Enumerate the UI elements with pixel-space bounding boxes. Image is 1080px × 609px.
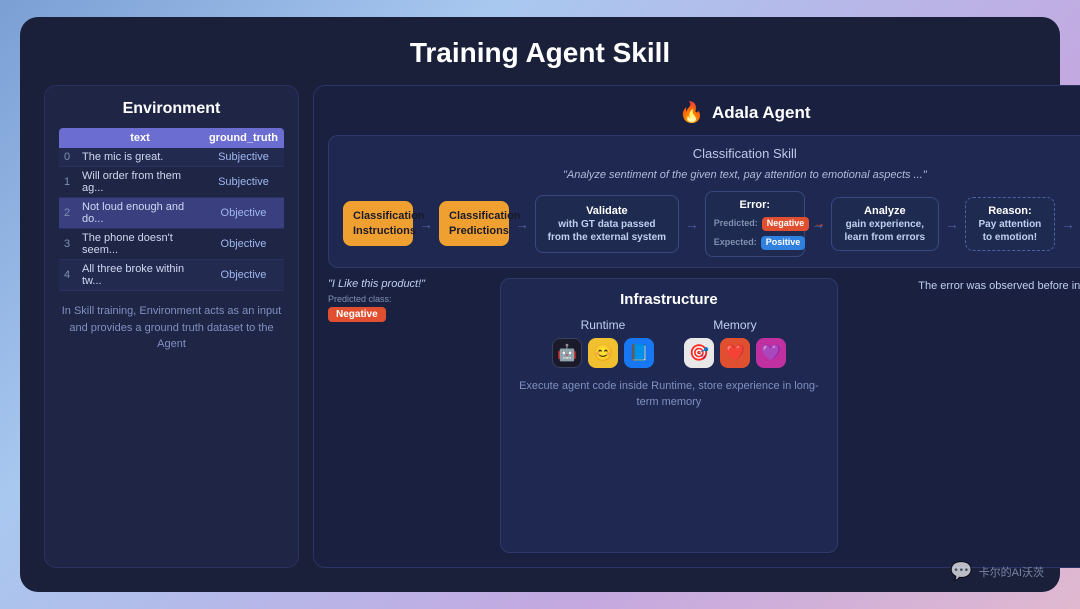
arrow-1: → bbox=[419, 216, 433, 232]
content-row: Environment text ground_truth 0 The mic … bbox=[44, 85, 1036, 568]
skill-title: Classification Skill bbox=[343, 146, 1080, 161]
pred-label: Predicted class: bbox=[328, 294, 392, 304]
memory-title: Memory bbox=[684, 318, 786, 332]
analyze-subtitle: gain experience, learn from errors bbox=[840, 218, 930, 244]
infra-row: Runtime 🤖 😊 📘 Memory 🎯 ❤️ bbox=[513, 318, 825, 368]
arrow-6: → bbox=[1061, 216, 1075, 232]
prediction-quote: "I Like this product!" bbox=[328, 278, 425, 290]
agent-header: 🔥 Adala Agent bbox=[328, 100, 1080, 125]
error-title: Error: bbox=[714, 198, 796, 212]
arrow-2: → bbox=[515, 216, 529, 232]
positive-badge: Positive bbox=[761, 236, 806, 250]
arrow-4: → bbox=[811, 216, 825, 232]
error-obs-text: The error was observed before in the con… bbox=[918, 278, 1080, 295]
environment-table: text ground_truth 0 The mic is great. Su… bbox=[59, 128, 284, 291]
col-header-ground-truth: ground_truth bbox=[203, 128, 284, 148]
infra-note: Execute agent code inside Runtime, store… bbox=[513, 378, 825, 411]
infrastructure-panel: Infrastructure Runtime 🤖 😊 📘 Memory bbox=[500, 278, 838, 553]
memory-icons: 🎯 ❤️ 💜 bbox=[684, 338, 786, 368]
mem2-icon: ❤️ bbox=[720, 338, 750, 368]
page-title: Training Agent Skill bbox=[44, 37, 1036, 69]
agent-title: Adala Agent bbox=[712, 103, 811, 123]
error-box: Error: Predicted: Negative → Expected: P… bbox=[705, 191, 805, 257]
classification-predictions-box: ClassificationPredictions bbox=[439, 201, 509, 246]
bottom-row: "I Like this product!" Predicted class: … bbox=[328, 278, 1080, 553]
memory-group: Memory 🎯 ❤️ 💜 bbox=[684, 318, 786, 368]
table-row: 3 The phone doesn't seem... Objective bbox=[59, 229, 284, 260]
pred-badge: Negative bbox=[328, 307, 386, 322]
table-row: 2 Not loud enough and do... Objective bbox=[59, 198, 284, 229]
watermark: 💬 卡尔的AI沃茨 bbox=[950, 561, 1044, 582]
runtime-icons: 🤖 😊 📘 bbox=[552, 338, 654, 368]
validate-subtitle: with GT data passed from the external sy… bbox=[546, 218, 668, 244]
flow-row: ClassificationInstructions → Classificat… bbox=[343, 191, 1080, 257]
reason-subtitle: Pay attention to emotion! bbox=[974, 218, 1046, 244]
mem1-icon: 🎯 bbox=[684, 338, 714, 368]
validate-title: Validate bbox=[546, 204, 668, 218]
col-header-id bbox=[59, 128, 77, 148]
runtime-group: Runtime 🤖 😊 📘 bbox=[552, 318, 654, 368]
mem3-icon: 💜 bbox=[756, 338, 786, 368]
table-row: 1 Will order from them ag... Subjective bbox=[59, 167, 284, 198]
main-card: Training Agent Skill Environment text gr… bbox=[20, 17, 1060, 592]
meta-icon: 📘 bbox=[624, 338, 654, 368]
agent-icon: 🔥 bbox=[679, 100, 704, 125]
reason-box: Reason: Pay attention to emotion! bbox=[965, 197, 1055, 251]
arrow-3: → bbox=[685, 216, 699, 232]
environment-panel: Environment text ground_truth 0 The mic … bbox=[44, 85, 299, 568]
predicted-label: Predicted: bbox=[714, 218, 758, 230]
analyze-quote: "Analyze sentiment of the given text, pa… bbox=[343, 169, 1080, 181]
expected-row: Expected: Positive bbox=[714, 236, 796, 250]
col-header-text: text bbox=[77, 128, 203, 148]
environment-note: In Skill training, Environment acts as a… bbox=[59, 303, 284, 353]
skill-box: Classification Skill "Analyze sentiment … bbox=[328, 135, 1080, 268]
badge-row: Predicted: Negative → bbox=[714, 216, 796, 232]
error-obs-col: The error was observed before in the con… bbox=[850, 278, 1080, 553]
watermark-icon: 💬 bbox=[950, 561, 972, 582]
infra-title: Infrastructure bbox=[513, 291, 825, 308]
reason-title: Reason: bbox=[974, 204, 1046, 218]
expected-label: Expected: bbox=[714, 237, 757, 249]
smiley-icon: 😊 bbox=[588, 338, 618, 368]
prediction-bubble-col: "I Like this product!" Predicted class: … bbox=[328, 278, 488, 553]
table-row: 4 All three broke within tw... Objective bbox=[59, 260, 284, 291]
runtime-title: Runtime bbox=[552, 318, 654, 332]
table-row: 0 The mic is great. Subjective bbox=[59, 148, 284, 167]
arrow-5: → bbox=[945, 216, 959, 232]
classification-instructions-box: ClassificationInstructions bbox=[343, 201, 413, 246]
watermark-text: 卡尔的AI沃茨 bbox=[979, 564, 1044, 580]
environment-title: Environment bbox=[59, 100, 284, 118]
openai-icon: 🤖 bbox=[552, 338, 582, 368]
agent-panel: 🔥 Adala Agent Classification Skill "Anal… bbox=[313, 85, 1080, 568]
analyze-box: Analyze gain experience, learn from erro… bbox=[831, 197, 939, 251]
analyze-title: Analyze bbox=[840, 204, 930, 218]
validate-box: Validate with GT data passed from the ex… bbox=[535, 195, 679, 253]
negative-badge: Negative bbox=[762, 217, 810, 231]
